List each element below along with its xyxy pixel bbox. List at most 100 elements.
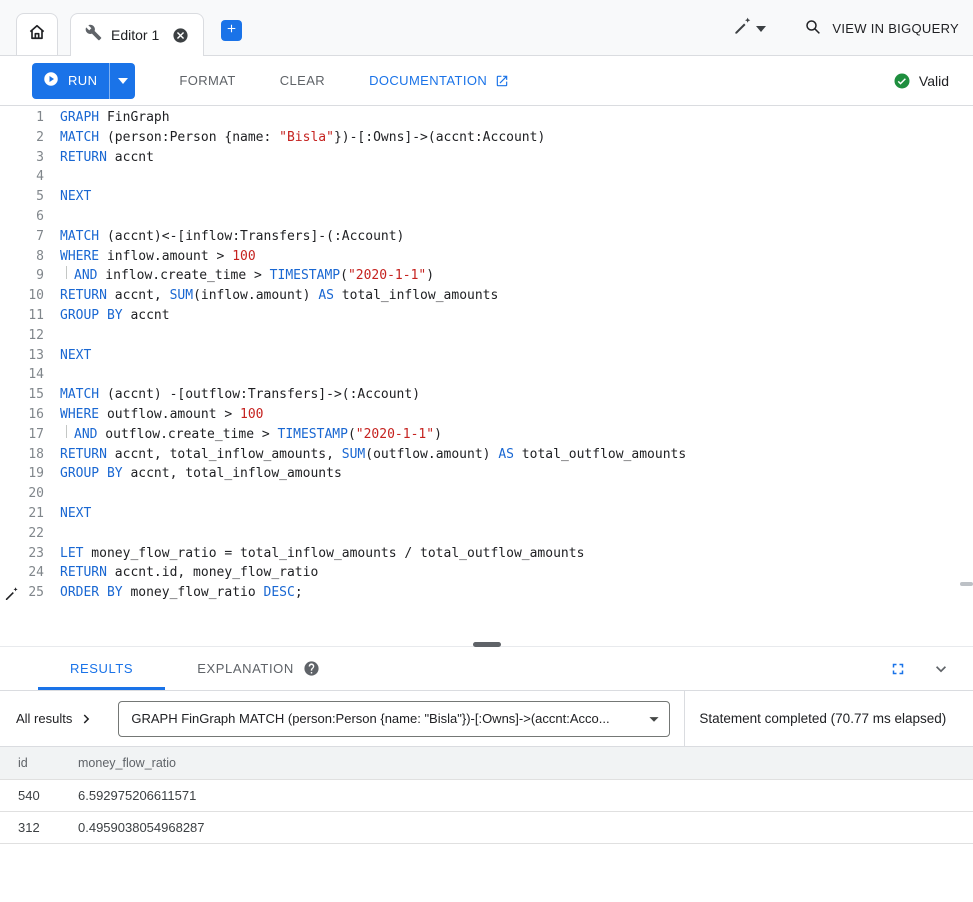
line-number: 22: [0, 524, 44, 544]
play-icon: [42, 70, 60, 91]
view-in-bigquery-button[interactable]: VIEW IN BIGQUERY: [804, 18, 959, 39]
tab-results[interactable]: RESULTS: [38, 647, 165, 690]
line-number: 2: [0, 128, 44, 148]
statement-row: All results GRAPH FinGraph MATCH (person…: [0, 691, 973, 747]
code-line: RETURN accnt, total_inflow_amounts, SUM(…: [60, 445, 973, 465]
valid-check-icon: [893, 72, 911, 90]
editor-toolbar: RUN FORMAT CLEAR DOCUMENTATION Valid: [0, 56, 973, 106]
column-header: id: [0, 747, 60, 779]
statement-selector-value: GRAPH FinGraph MATCH (person:Person {nam…: [131, 711, 609, 726]
table-cell: 540: [0, 779, 60, 811]
magic-wand-icon: [733, 16, 752, 40]
table-cell: 6.592975206611571: [60, 779, 973, 811]
panel-resize-handle[interactable]: [473, 642, 501, 647]
chevron-down-icon: [756, 19, 766, 37]
editor-tab-label: Editor 1: [111, 27, 159, 43]
line-number: 10: [0, 286, 44, 306]
line-number: 9: [0, 266, 44, 286]
explanation-tab-label: EXPLANATION: [197, 661, 294, 676]
search-icon: [804, 18, 822, 39]
column-header: money_flow_ratio: [60, 747, 973, 779]
code-line: [60, 524, 973, 544]
gutter: 1234567891011121314151617181920212223242…: [0, 106, 52, 646]
code-line: RETURN accnt: [60, 148, 973, 168]
results-table: idmoney_flow_ratio 5406.5929752066115713…: [0, 747, 973, 844]
line-number: 4: [0, 167, 44, 187]
editor-tab[interactable]: Editor 1: [70, 13, 204, 56]
code-line: WHERE outflow.amount > 100: [60, 405, 973, 425]
new-tab-button[interactable]: [221, 20, 242, 41]
code-line: GROUP BY accnt: [60, 306, 973, 326]
table-header-row: idmoney_flow_ratio: [0, 747, 973, 779]
tab-explanation[interactable]: EXPLANATION: [165, 647, 352, 690]
valid-label: Valid: [919, 73, 949, 89]
run-options-button[interactable]: [109, 63, 135, 99]
all-results-breadcrumb[interactable]: All results: [16, 710, 96, 728]
line-number: 5: [0, 187, 44, 207]
line-number: 16: [0, 405, 44, 425]
results-tab-bar: RESULTS EXPLANATION: [0, 647, 973, 691]
close-tab-icon[interactable]: [172, 27, 189, 44]
code-line: RETURN accnt.id, money_flow_ratio: [60, 563, 973, 583]
statement-status: Statement completed (70.77 ms elapsed): [699, 711, 946, 726]
documentation-label: DOCUMENTATION: [369, 73, 487, 88]
vertical-divider: [684, 691, 685, 746]
line-number: 21: [0, 504, 44, 524]
scrollbar-thumb[interactable]: [960, 582, 973, 586]
results-tab-label: RESULTS: [70, 661, 133, 676]
code-line: [60, 484, 973, 504]
line-number: 12: [0, 326, 44, 346]
code-line: [60, 167, 973, 187]
line-number: 7: [0, 227, 44, 247]
line-number: 17: [0, 425, 44, 445]
line-number: 11: [0, 306, 44, 326]
code-line: MATCH (person:Person {name: "Bisla"})-[:…: [60, 128, 973, 148]
code-line: MATCH (accnt)<-[inflow:Transfers]-(:Acco…: [60, 227, 973, 247]
inline-assist-button[interactable]: [4, 586, 19, 608]
code-line: [60, 365, 973, 385]
all-results-label: All results: [16, 711, 72, 726]
line-number: 19: [0, 464, 44, 484]
format-button[interactable]: FORMAT: [179, 73, 235, 88]
line-number: 20: [0, 484, 44, 504]
results-panel: RESULTS EXPLANATION Al: [0, 646, 973, 844]
run-button[interactable]: RUN: [32, 63, 109, 99]
tab-strip: Editor 1: [0, 0, 973, 56]
collapse-panel-button[interactable]: [931, 659, 951, 679]
validation-status: Valid: [893, 72, 949, 90]
chevron-right-icon: [78, 710, 96, 728]
line-number: 24: [0, 563, 44, 583]
home-tab[interactable]: [16, 13, 58, 55]
code-line: LET money_flow_ratio = total_inflow_amou…: [60, 544, 973, 564]
code-line: RETURN accnt, SUM(inflow.amount) AS tota…: [60, 286, 973, 306]
plus-icon: [225, 22, 238, 40]
build-wrench-icon: [85, 24, 102, 46]
documentation-button[interactable]: DOCUMENTATION: [369, 73, 509, 88]
code-line: NEXT: [60, 346, 973, 366]
code-lines: GRAPH FinGraphMATCH (person:Person {name…: [52, 106, 973, 646]
sql-generation-button[interactable]: [733, 16, 766, 40]
view-in-bigquery-label: VIEW IN BIGQUERY: [832, 21, 959, 36]
fullscreen-button[interactable]: [889, 660, 907, 678]
clear-button[interactable]: CLEAR: [280, 73, 325, 88]
table-cell: 0.4959038054968287: [60, 811, 973, 843]
table-row: 3120.4959038054968287: [0, 811, 973, 843]
table-cell: 312: [0, 811, 60, 843]
line-number: 13: [0, 346, 44, 366]
line-number: 3: [0, 148, 44, 168]
line-number: 6: [0, 207, 44, 227]
line-number: 14: [0, 365, 44, 385]
code-line: [60, 326, 973, 346]
line-number: 8: [0, 247, 44, 267]
line-number: 1: [0, 108, 44, 128]
code-editor[interactable]: 1234567891011121314151617181920212223242…: [0, 106, 973, 646]
run-label: RUN: [68, 73, 97, 88]
dropdown-arrow-icon: [643, 708, 665, 730]
external-link-icon: [495, 74, 509, 88]
help-icon[interactable]: [303, 660, 320, 677]
statement-selector[interactable]: GRAPH FinGraph MATCH (person:Person {nam…: [118, 701, 670, 737]
results-table-body: 5406.5929752066115713120.495903805496828…: [0, 779, 973, 843]
code-line: GROUP BY accnt, total_inflow_amounts: [60, 464, 973, 484]
code-line: NEXT: [60, 187, 973, 207]
code-line: ORDER BY money_flow_ratio DESC;: [60, 583, 973, 603]
